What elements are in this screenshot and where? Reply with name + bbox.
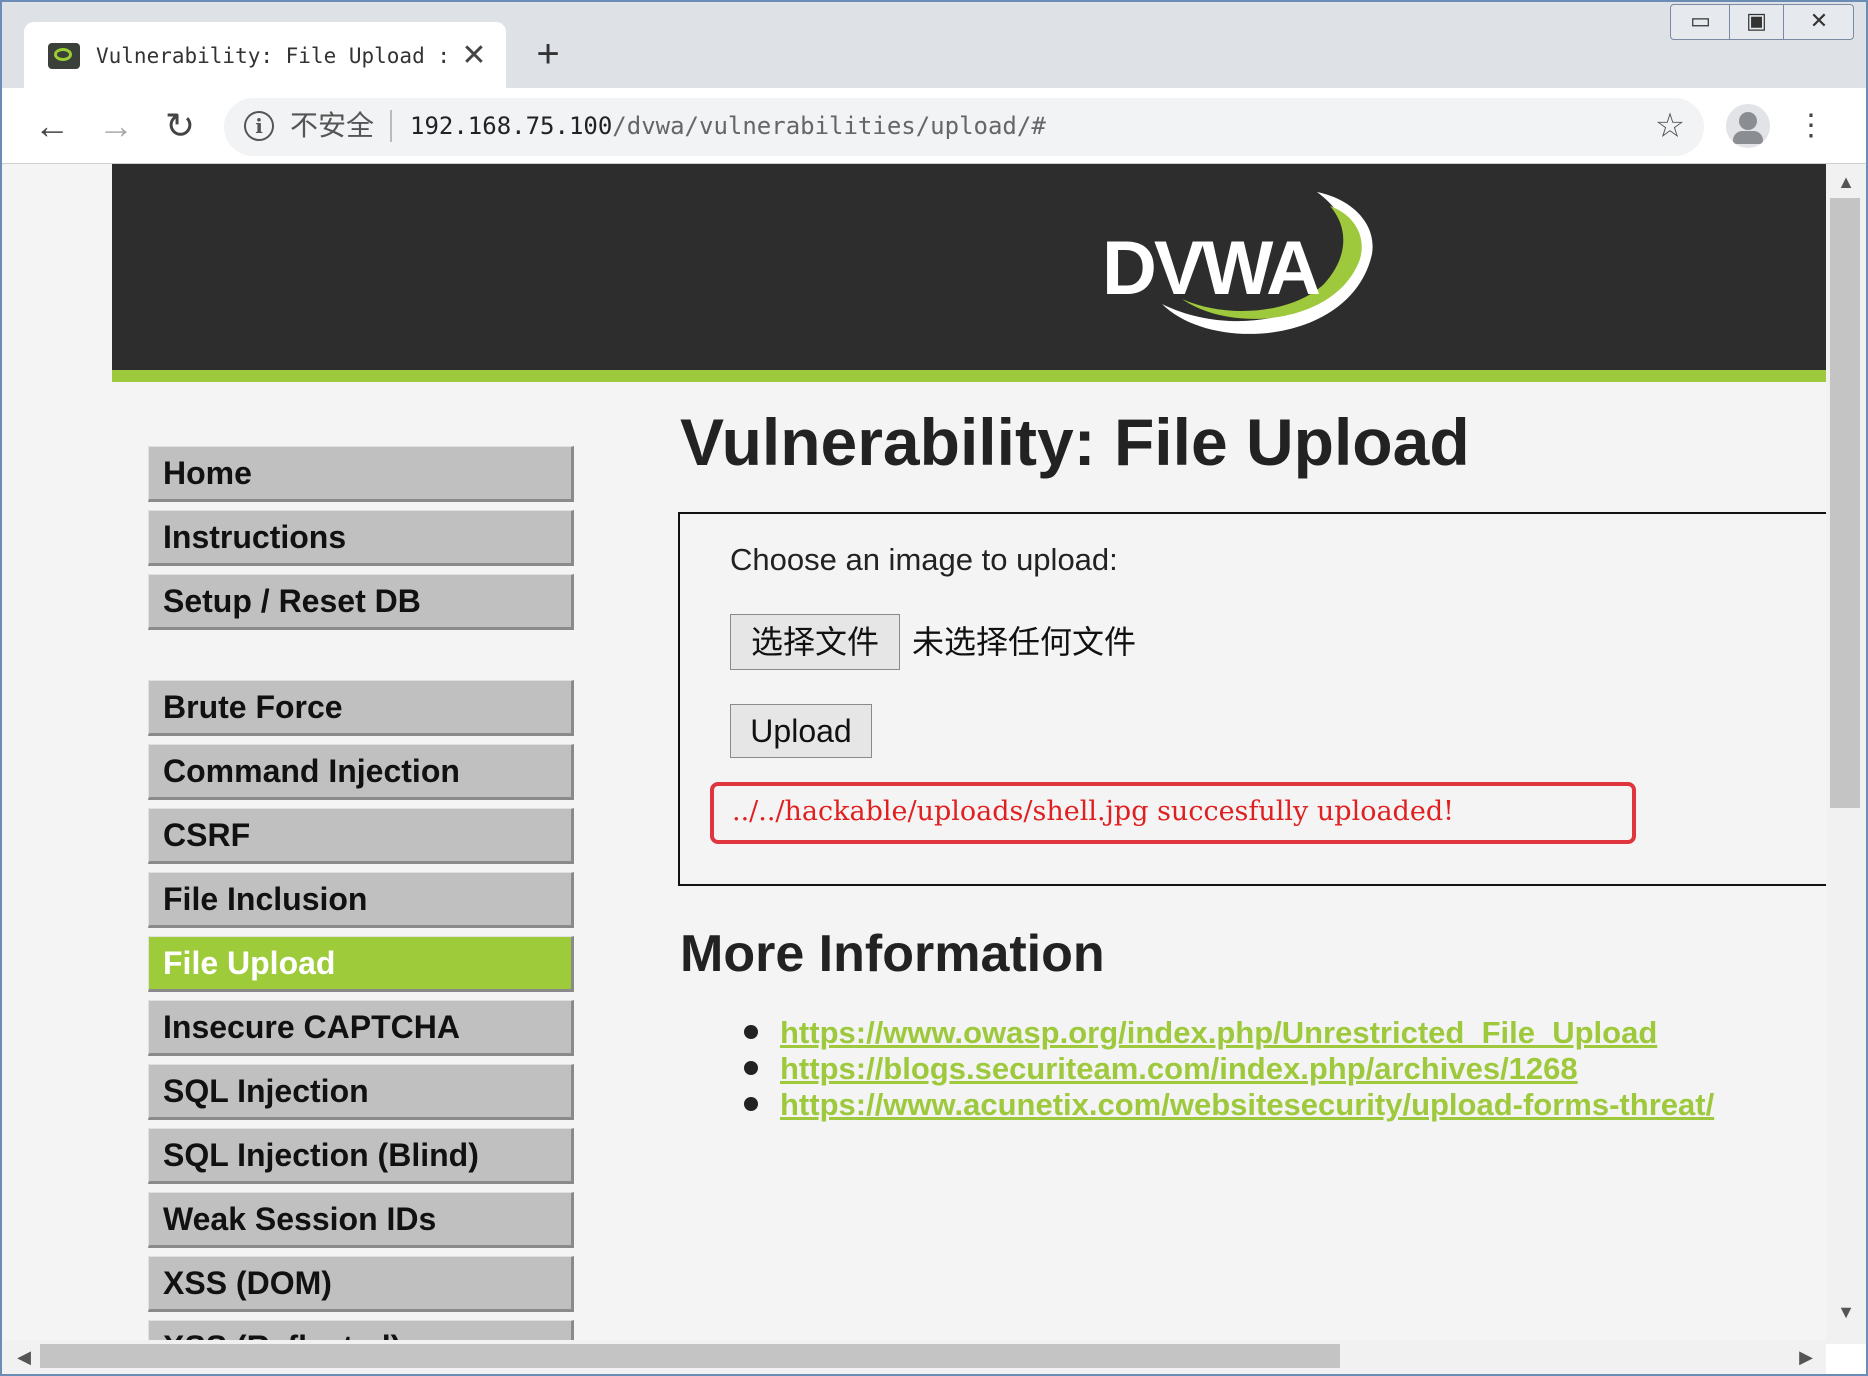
sidebar-item-insecure-captcha[interactable]: Insecure CAPTCHA [148, 1000, 574, 1056]
new-tab-icon[interactable]: + [530, 34, 566, 74]
scroll-right-arrow-icon[interactable]: ▶ [1792, 1340, 1820, 1374]
vertical-scroll-thumb[interactable] [1830, 198, 1860, 808]
dvwa-page: DVWA Vulnerability: File Upload Choose a… [112, 164, 1826, 1344]
sidebar-item-file-upload[interactable]: File Upload [148, 936, 574, 992]
tab-close-icon[interactable]: ✕ [458, 38, 490, 74]
url-host: 192.168.75.100 [410, 112, 613, 140]
upload-button[interactable]: Upload [730, 704, 872, 758]
list-bullet [744, 1025, 758, 1039]
page-title: Vulnerability: File Upload [680, 405, 1470, 479]
forward-arrow-icon[interactable]: → [94, 104, 138, 148]
dvwa-logo-text: DVWA [1102, 226, 1321, 311]
maximize-icon[interactable]: ▣ [1730, 4, 1784, 40]
sidebar-item-xss-dom[interactable]: XSS (DOM) [148, 1256, 574, 1312]
sidebar-item-brute-force[interactable]: Brute Force [148, 680, 574, 736]
sidebar-item-command-injection[interactable]: Command Injection [148, 744, 574, 800]
scroll-down-arrow-icon[interactable]: ▼ [1826, 1298, 1866, 1326]
sidebar-item-sql-injection-blind[interactable]: SQL Injection (Blind) [148, 1128, 574, 1184]
scroll-left-arrow-icon[interactable]: ◀ [10, 1340, 38, 1374]
reference-link[interactable]: https://www.acunetix.com/websitesecurity… [780, 1086, 1714, 1124]
header-accent-bar [112, 370, 1826, 382]
back-arrow-icon[interactable]: ← [30, 104, 74, 148]
page-viewport: DVWA Vulnerability: File Upload Choose a… [2, 164, 1826, 1344]
reload-icon[interactable]: ↻ [158, 104, 202, 148]
upload-result-message: ../../hackable/uploads/shell.jpg succesf… [732, 796, 1454, 827]
file-status-text: 未选择任何文件 [912, 624, 1137, 660]
window-close-icon[interactable]: ✕ [1784, 4, 1854, 40]
url-path: /dvwa/vulnerabilities/upload/# [612, 112, 1046, 140]
more-info-heading: More Information [680, 925, 1105, 983]
scroll-up-arrow-icon[interactable]: ▲ [1826, 168, 1866, 196]
bookmark-star-icon[interactable]: ☆ [1648, 104, 1692, 148]
url-text[interactable]: 192.168.75.100/dvwa/vulnerabilities/uplo… [410, 108, 1310, 144]
account-avatar-icon[interactable] [1726, 104, 1770, 148]
reference-link[interactable]: https://www.owasp.org/index.php/Unrestri… [780, 1014, 1657, 1052]
choose-file-button[interactable]: 选择文件 [730, 614, 900, 670]
reference-link[interactable]: https://blogs.securiteam.com/index.php/a… [780, 1050, 1578, 1088]
sidebar-item-instructions[interactable]: Instructions [148, 510, 574, 566]
minimize-icon[interactable]: ▭ [1672, 4, 1730, 40]
info-icon[interactable]: i [244, 111, 274, 141]
sidebar-item-weak-session-ids[interactable]: Weak Session IDs [148, 1192, 574, 1248]
sidebar-item-sql-injection[interactable]: SQL Injection [148, 1064, 574, 1120]
tab-title: Vulnerability: File Upload :: Damn Vulne… [96, 44, 446, 68]
sidebar-item-csrf[interactable]: CSRF [148, 808, 574, 864]
horizontal-scroll-thumb[interactable] [40, 1344, 1340, 1368]
dvwa-favicon-icon [48, 43, 80, 69]
security-status[interactable]: 不安全 [290, 108, 390, 144]
list-bullet [744, 1097, 758, 1111]
sidebar-item-setup-reset-db[interactable]: Setup / Reset DB [148, 574, 574, 630]
browser-menu-icon[interactable]: ⋮ [1796, 104, 1826, 148]
upload-label: Choose an image to upload: [730, 542, 1118, 577]
sidebar-item-home[interactable]: Home [148, 446, 574, 502]
address-divider [390, 110, 392, 142]
page-header [112, 164, 1826, 370]
sidebar-item-file-inclusion[interactable]: File Inclusion [148, 872, 574, 928]
list-bullet [744, 1061, 758, 1075]
